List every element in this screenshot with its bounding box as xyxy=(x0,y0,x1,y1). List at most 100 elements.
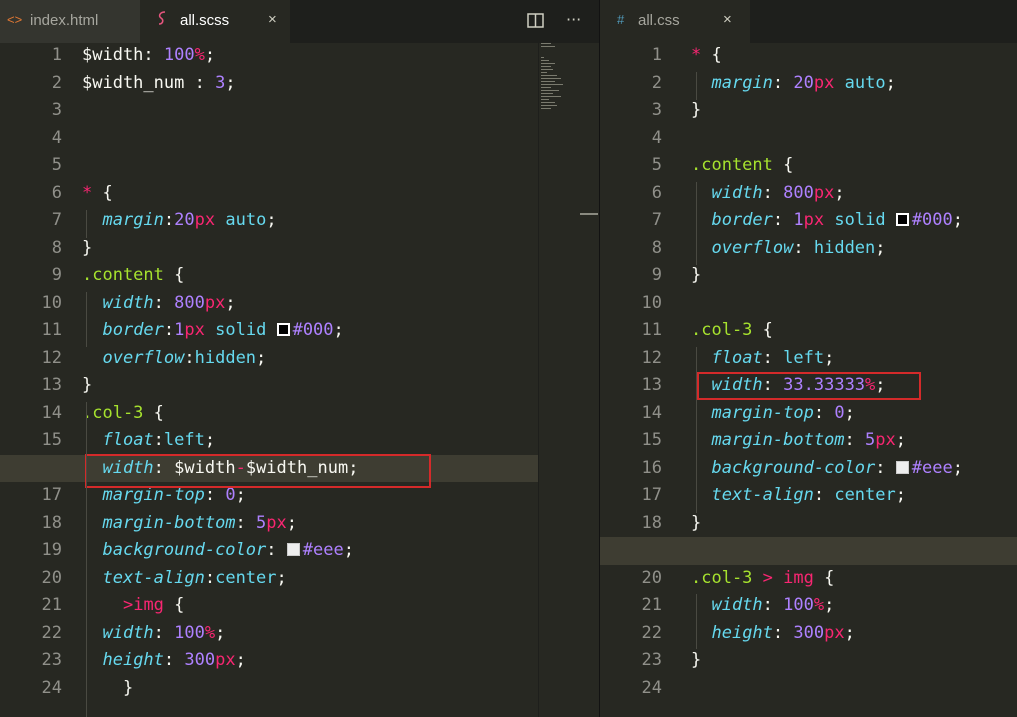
code-line[interactable]: width: 100%; xyxy=(82,620,225,648)
code-line[interactable]: } xyxy=(691,647,701,675)
scrollbar-thumb[interactable] xyxy=(580,213,598,215)
code-token: ; xyxy=(235,485,246,505)
code-line[interactable]: } xyxy=(82,675,133,703)
code-token: margin-bottom xyxy=(711,430,845,450)
right-editor-pane[interactable]: # all.css × 1234567891011121314151617181… xyxy=(600,0,1017,717)
code-line[interactable]: width: 800px; xyxy=(82,290,235,318)
close-icon[interactable]: × xyxy=(723,11,732,28)
line-number-gutter: 123456789101112131415161718192021222324 xyxy=(600,43,662,717)
code-token: $width_num xyxy=(82,72,185,93)
code-line[interactable]: } xyxy=(691,510,701,538)
line-number: 13 xyxy=(41,375,62,395)
code-token: px xyxy=(266,512,287,533)
code-token: width xyxy=(711,595,763,615)
code-line[interactable]: background-color: #eee; xyxy=(82,537,353,565)
code-token: text-align xyxy=(102,567,205,588)
line-number: 8 xyxy=(651,237,662,258)
code-area[interactable]: $width: 100%; $width_num : 3; * { margin:2… xyxy=(0,42,599,717)
code-token: > xyxy=(762,567,773,588)
code-token: { xyxy=(752,320,773,340)
code-line[interactable]: margin-bottom: 5px; xyxy=(82,510,297,538)
code-line[interactable]: .col-3 { xyxy=(691,317,773,345)
code-line[interactable]: * { xyxy=(691,42,722,70)
indent-guide xyxy=(696,347,697,513)
scss-editor[interactable]: 123456789101112131415161718192021222324 … xyxy=(0,43,599,717)
line-number: 22 xyxy=(41,622,62,643)
code-token: * xyxy=(82,182,93,203)
code-token: solid xyxy=(215,320,267,340)
code-line[interactable]: height: 300px; xyxy=(82,647,245,675)
indent-guide xyxy=(86,402,87,717)
code-token: ; xyxy=(875,237,886,258)
minimap-line xyxy=(541,84,563,85)
color-swatch[interactable] xyxy=(286,543,300,556)
code-line[interactable]: } xyxy=(82,372,92,400)
code-line[interactable]: $width_num : 3; xyxy=(82,70,236,98)
code-line[interactable]: } xyxy=(82,235,92,263)
tab-all-scss[interactable]: all.scss × xyxy=(140,0,290,43)
code-line[interactable]: .content { xyxy=(691,152,793,180)
code-line[interactable]: float: left; xyxy=(691,345,834,373)
code-line[interactable]: margin-bottom: 5px; xyxy=(691,427,906,455)
color-swatch[interactable] xyxy=(895,213,909,226)
code-token: left xyxy=(163,430,205,450)
code-line[interactable]: >img { xyxy=(82,592,184,620)
color-swatch[interactable] xyxy=(895,460,909,474)
line-number: 23 xyxy=(41,650,62,670)
minimap-line xyxy=(541,87,551,88)
code-line[interactable]: overflow:hidden; xyxy=(82,345,266,373)
code-token: height xyxy=(102,650,164,670)
left-editor-pane[interactable]: <> index.html all.scss × ··· 1 2 3 4 5 6 7 8 9 10… xyxy=(0,0,599,717)
code-line[interactable]: background-color: #eee; xyxy=(691,455,962,483)
tab-all-css[interactable]: # all.css × xyxy=(600,0,750,43)
tab-index-html[interactable]: <> index.html xyxy=(0,0,140,43)
code-line[interactable]: float:left; xyxy=(82,427,215,455)
minimap[interactable] xyxy=(538,43,599,717)
code-line[interactable]: * { xyxy=(82,180,113,208)
code-line[interactable]: height: 300px; xyxy=(691,620,854,648)
line-number: 5 xyxy=(51,155,62,175)
highlight-box xyxy=(85,454,431,488)
split-editor-icon[interactable] xyxy=(527,13,544,32)
code-line[interactable]: } xyxy=(691,262,701,290)
code-token: left xyxy=(783,347,825,368)
code-line[interactable]: width: 100%; xyxy=(691,592,834,620)
code-line[interactable]: } xyxy=(691,97,701,125)
code-line[interactable]: ... xyxy=(82,702,133,717)
code-line[interactable]: $width: 100%; xyxy=(82,42,215,70)
code-line[interactable]: overflow: hidden; xyxy=(691,235,886,263)
code-token: background-color xyxy=(711,457,876,478)
code-token: ; xyxy=(204,430,216,450)
code-line[interactable]: margin: 20px auto; xyxy=(691,70,895,98)
code-line[interactable]: .content { xyxy=(82,262,184,290)
code-token: .content xyxy=(82,265,164,285)
code-token: 100 xyxy=(783,595,814,615)
code-token: } xyxy=(691,650,702,670)
code-line[interactable]: width: 800px; xyxy=(691,180,844,208)
code-line[interactable]: margin:20px auto; xyxy=(82,207,276,235)
code-line[interactable]: text-align:center; xyxy=(82,565,286,593)
minimap-line xyxy=(541,43,551,44)
color-swatch[interactable] xyxy=(276,323,290,336)
code-line[interactable]: .col-3 { xyxy=(82,400,164,428)
more-actions-button[interactable]: ··· xyxy=(566,10,581,29)
code-line[interactable]: text-align: center; xyxy=(691,482,906,510)
close-icon[interactable]: × xyxy=(268,11,277,28)
code-line[interactable]: ... xyxy=(691,702,742,717)
code-token: #000 xyxy=(292,320,334,340)
code-token: width xyxy=(102,292,154,313)
code-token: overflow xyxy=(711,237,794,258)
code-line[interactable]: border:1px solid #000; xyxy=(82,317,343,345)
css-editor[interactable]: 123456789101112131415161718192021222324 … xyxy=(600,43,1017,717)
line-number: 16 xyxy=(641,457,662,478)
code-line[interactable]: border: 1px solid #000; xyxy=(691,207,963,235)
code-area[interactable]: * { margin: 20px auto;} .content { width:… xyxy=(600,42,1017,717)
code-token: : xyxy=(762,347,784,368)
code-line[interactable]: margin-top: 0; xyxy=(691,400,854,428)
line-number: 8 xyxy=(51,237,62,258)
line-number: 9 xyxy=(51,265,62,285)
code-line[interactable]: .col-3 > img { xyxy=(691,565,834,593)
